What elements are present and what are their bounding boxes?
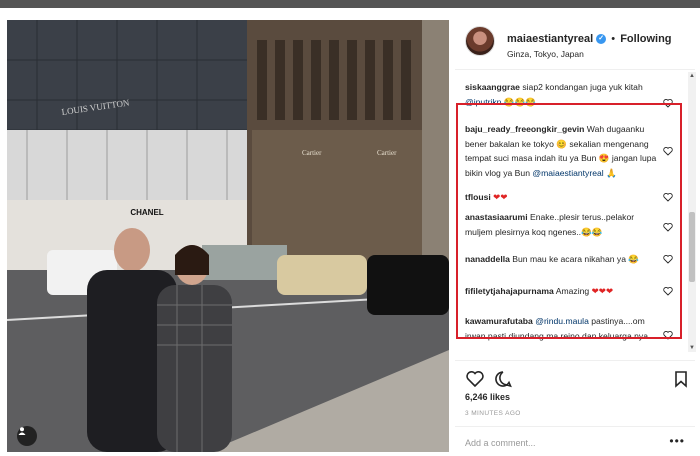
- scroll-up-icon[interactable]: ▲: [688, 72, 696, 80]
- comment-mention[interactable]: @maiaestiantyreal: [532, 168, 603, 178]
- comment-like-heart-icon[interactable]: [663, 146, 673, 156]
- comment-like-heart-icon[interactable]: [663, 254, 673, 264]
- comment-emoji: 🙏: [606, 167, 617, 178]
- heart-icon[interactable]: [465, 369, 485, 389]
- post-timestamp: 3 MINUTES AGO: [465, 410, 521, 417]
- cartier-sign-2: Cartier: [377, 149, 397, 157]
- comment-item: kawamurafutaba @rindu.maula pastinya....…: [465, 314, 673, 343]
- comment-user[interactable]: anastasiaarumi: [465, 212, 528, 222]
- post-actions: [455, 360, 695, 390]
- chanel-sign: CHANEL: [130, 208, 163, 217]
- following-button[interactable]: Following: [620, 33, 671, 45]
- location-link[interactable]: Ginza, Tokyo, Japan: [507, 49, 584, 59]
- scroll-thumb[interactable]: [689, 212, 695, 282]
- comment-like-heart-icon[interactable]: [663, 192, 673, 202]
- verified-badge-icon: ✓: [596, 34, 607, 45]
- separator-dot: •: [611, 33, 616, 45]
- comment-user[interactable]: kawamurafutaba: [465, 316, 533, 326]
- username-link[interactable]: maiaestiantyreal: [507, 33, 593, 45]
- comment-text: Amazing: [555, 286, 590, 296]
- post-photo[interactable]: CHANEL LOUIS VUITTON Cartier Cartier: [7, 20, 449, 452]
- backdrop-strip: [0, 0, 700, 8]
- post-author: maiaestiantyreal ✓ • Following: [507, 33, 672, 45]
- post-header: maiaestiantyreal ✓ • Following Ginza, Tok…: [455, 16, 695, 70]
- comment-text: Bun mau ke acara nikahan ya 😂: [512, 254, 640, 264]
- comments-scrollbar[interactable]: ▲ ▼: [688, 72, 696, 352]
- comment-mention[interactable]: @iputrikn: [465, 97, 501, 107]
- comment-like-heart-icon[interactable]: [663, 98, 673, 108]
- comment-user[interactable]: fifiletytjahajapurnama: [465, 286, 554, 296]
- comment-like-heart-icon[interactable]: [663, 286, 673, 296]
- comment-item: baju_ready_freeongkir_gevin Wah dugaanku…: [465, 122, 673, 180]
- comment-icon[interactable]: [493, 369, 513, 389]
- comment-like-heart-icon[interactable]: [663, 222, 673, 232]
- comments-list[interactable]: siskaanggrae siap2 kondangan juga yuk ki…: [455, 72, 687, 372]
- comment-item: tflousi ❤❤: [465, 190, 673, 205]
- comment-item: nanaddella Bun mau ke acara nikahan ya 😂: [465, 252, 673, 267]
- comment-user[interactable]: tflousi: [465, 192, 491, 202]
- post-modal: CHANEL LOUIS VUITTON Cartier Cartier mai…: [0, 8, 700, 456]
- like-count[interactable]: 6,246 likes: [465, 392, 510, 402]
- bookmark-icon[interactable]: [671, 369, 691, 389]
- user-tag-icon[interactable]: [17, 426, 37, 446]
- add-comment-bar: •••: [455, 426, 695, 456]
- scroll-down-icon[interactable]: ▼: [688, 344, 696, 352]
- comment-item: siskaanggrae siap2 kondangan juga yuk ki…: [465, 80, 673, 109]
- avatar[interactable]: [465, 26, 495, 56]
- comment-text: siap2 kondangan juga yuk kitah: [522, 82, 643, 92]
- comment-mention[interactable]: @rindu.maula: [535, 316, 589, 326]
- comment-emoji: ❤❤❤: [591, 286, 614, 296]
- more-options-icon[interactable]: •••: [669, 435, 685, 447]
- comment-like-heart-icon[interactable]: [663, 330, 673, 340]
- comment-item: fifiletytjahajapurnama Amazing ❤❤❤: [465, 284, 673, 299]
- comment-item: anastasiaarumi Enake..plesir terus..pela…: [465, 210, 673, 239]
- comment-user[interactable]: siskaanggrae: [465, 82, 520, 92]
- comment-emoji: ❤❤: [493, 192, 508, 202]
- post-side-panel: maiaestiantyreal ✓ • Following Ginza, Tok…: [455, 16, 695, 456]
- add-comment-input[interactable]: [465, 435, 665, 451]
- comment-user[interactable]: nanaddella: [465, 254, 510, 264]
- cartier-sign: Cartier: [302, 149, 322, 157]
- street-photo-illustration: CHANEL LOUIS VUITTON Cartier Cartier: [7, 20, 449, 452]
- comment-user[interactable]: baju_ready_freeongkir_gevin: [465, 124, 584, 134]
- comment-emoji: 😂😂😂: [503, 96, 536, 107]
